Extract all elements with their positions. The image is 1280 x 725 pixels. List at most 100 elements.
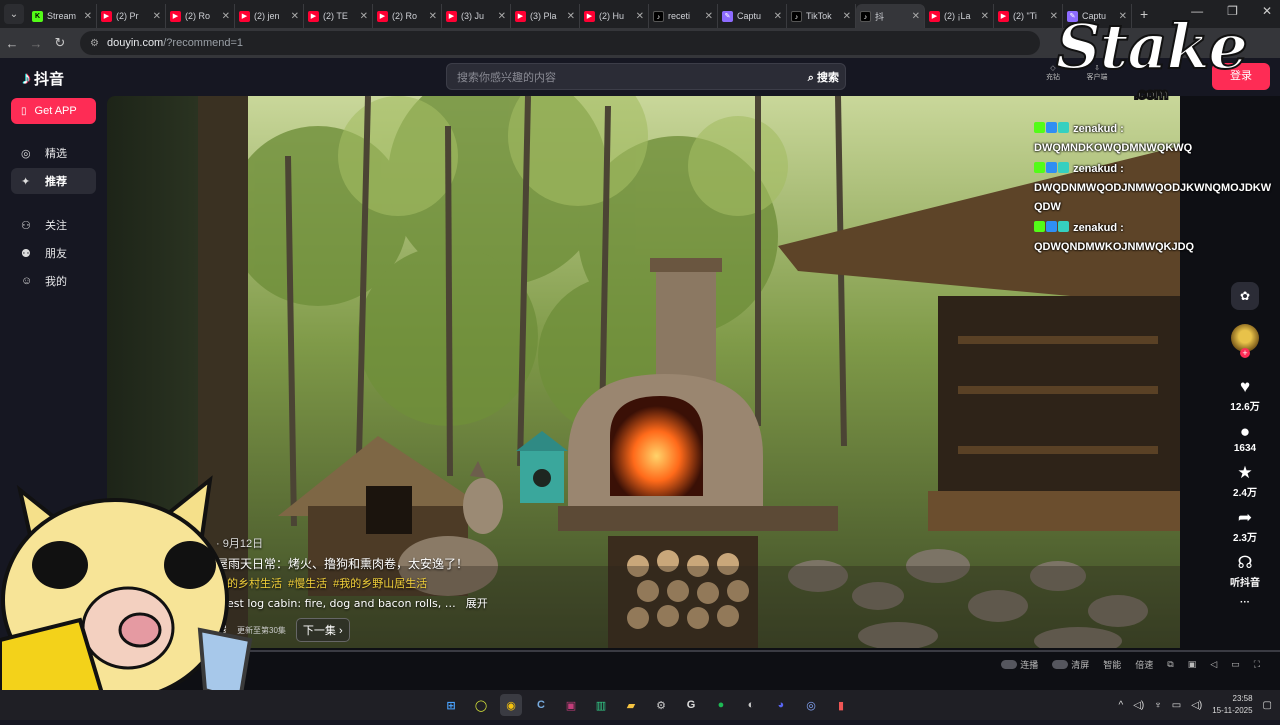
cursor-app-icon[interactable]: C <box>530 694 552 716</box>
comment-button[interactable]: ● 1634 <box>1222 421 1268 454</box>
reload-icon[interactable]: ↻ <box>48 35 72 51</box>
tab-title: (2) ¡La <box>944 11 971 21</box>
obs-app-icon[interactable]: ◯ <box>470 694 492 716</box>
tab-title: TikTok <box>806 11 832 21</box>
browser-tab[interactable]: ▶ (2) jen ✕ <box>235 4 304 28</box>
more-button[interactable]: ··· <box>1222 597 1268 608</box>
browser-tab[interactable]: ♪ 抖 ✕ <box>856 4 925 28</box>
browser-tab[interactable]: ♪ receti ✕ <box>649 4 718 28</box>
youtube-favicon-icon: ▶ <box>308 10 319 22</box>
like-button[interactable]: ♥ 12.6万 <box>1222 376 1268 413</box>
clear-screen-toggle[interactable]: 清屏 <box>1052 658 1089 671</box>
browser-tab[interactable]: ▶ (2) TE ✕ <box>304 4 373 28</box>
smart-quality-button[interactable]: 智能 <box>1103 658 1121 671</box>
speaker-icon[interactable]: ◁) <box>1133 700 1144 711</box>
sidebar-item-me[interactable]: ☺ 我的 <box>11 268 96 294</box>
share-arrow-icon: ➦ <box>1237 508 1253 527</box>
sidebar-item-friends[interactable]: ⚉ 朋友 <box>11 240 96 266</box>
browser-tab[interactable]: ▶ (3) Pla ✕ <box>511 4 580 28</box>
close-tab-icon[interactable]: ✕ <box>981 11 989 22</box>
progress-bar[interactable] <box>107 650 1280 652</box>
network-icon[interactable]: ▭ <box>1172 700 1181 711</box>
browser-tab[interactable]: ▶ (2) Pr ✕ <box>97 4 166 28</box>
tray-expand-icon[interactable]: ^ <box>1119 700 1124 711</box>
get-app-button[interactable]: ▯ Get APP <box>11 98 96 124</box>
volume-icon[interactable]: ◁ <box>1210 659 1217 670</box>
mic-icon[interactable]: ♆ <box>1154 700 1162 711</box>
clock[interactable]: 23:58 15-11-2025 <box>1212 693 1252 717</box>
close-tab-icon[interactable]: ✕ <box>567 11 575 22</box>
browser-tab[interactable]: ▶ (2) Hu ✕ <box>580 4 649 28</box>
tab-search-icon[interactable]: ⌄ <box>4 4 24 24</box>
ai-assistant-icon[interactable]: ✿ <box>1231 282 1259 310</box>
hashtag[interactable]: #慢生活 <box>288 578 327 590</box>
settings-app-icon[interactable]: ⚙ <box>650 694 672 716</box>
browser-tab[interactable]: ✎ Captu ✕ <box>718 4 787 28</box>
browser-tab[interactable]: ▶ (3) Ju ✕ <box>442 4 511 28</box>
close-tab-icon[interactable]: ✕ <box>774 11 782 22</box>
app-icon[interactable]: ▥ <box>590 694 612 716</box>
creator-avatar[interactable]: + <box>1231 324 1259 358</box>
pip-icon[interactable]: ⧉ <box>1167 659 1173 670</box>
autoplay-toggle[interactable]: 连播 <box>1001 658 1038 671</box>
next-episode-button[interactable]: 下一集 › <box>295 618 350 642</box>
close-tab-icon[interactable]: ✕ <box>498 11 506 22</box>
close-tab-icon[interactable]: ✕ <box>222 11 230 22</box>
share-button[interactable]: ➦ 2.3万 <box>1222 507 1268 544</box>
chat-text: DWQMNDKOWQDMNWQKWQ <box>1034 142 1193 154</box>
forward-icon[interactable]: → <box>24 36 48 51</box>
steam-app-icon[interactable]: ◐ <box>740 694 762 716</box>
browser-tab[interactable]: ▶ (2) Ro ✕ <box>166 4 235 28</box>
close-tab-icon[interactable]: ✕ <box>360 11 368 22</box>
discord-app-icon[interactable]: ◕ <box>770 694 792 716</box>
sidebar-item-follow[interactable]: ⚇ 关注 <box>11 212 96 238</box>
github-app-icon[interactable]: G <box>680 694 702 716</box>
hashtag[interactable]: #我的乡野山居生活 <box>333 578 427 590</box>
url-field[interactable]: ⚙ douyin.com/?recommend=1 <box>80 31 1040 55</box>
browser-tab[interactable]: ▶ (2) Ro ✕ <box>373 4 442 28</box>
video-actions: ✿ + ♥ 12.6万 ● 1634 ★ 2.4万 ➦ 2.3万 ☊ 听抖音 ·… <box>1222 282 1268 616</box>
browser-tab[interactable]: ▶ (2) ¡La ✕ <box>925 4 994 28</box>
close-tab-icon[interactable]: ✕ <box>429 11 437 22</box>
browser-tab[interactable]: ▶ (2) "Ti ✕ <box>994 4 1063 28</box>
sidebar-item-recommend[interactable]: ✦ 推荐 <box>11 168 96 194</box>
app-icon[interactable]: ◎ <box>800 694 822 716</box>
expand-button[interactable]: 展开 <box>466 598 488 610</box>
get-app-label: Get APP <box>34 105 77 117</box>
browser-tab[interactable]: ♪ TikTok ✕ <box>787 4 856 28</box>
speed-button[interactable]: 倍速 <box>1135 658 1153 671</box>
search-button[interactable]: ⌕ 搜索 <box>808 69 839 85</box>
webfullscreen-icon[interactable]: ▭ <box>1231 659 1240 670</box>
sparkle-icon: ✦ <box>21 175 31 188</box>
app-icon[interactable]: ▮ <box>830 694 852 716</box>
volume-tray-icon[interactable]: ◁) <box>1191 700 1202 711</box>
spotify-app-icon[interactable]: ● <box>710 694 732 716</box>
sidebar-item-label: 关注 <box>45 220 67 232</box>
close-tab-icon[interactable]: ✕ <box>705 11 713 22</box>
follow-plus-icon[interactable]: + <box>1240 348 1250 358</box>
stake-logo-text: Stake <box>1055 9 1249 84</box>
close-tab-icon[interactable]: ✕ <box>291 11 299 22</box>
player-controls: 连播 清屏 智能 倍速 ⧉ ▣ ◁ ▭ ⛶ <box>107 650 1280 680</box>
kick-badge-icon <box>1034 162 1045 173</box>
fullscreen-icon[interactable]: ⛶ <box>1254 659 1260 670</box>
video-editor-app-icon[interactable]: ▣ <box>560 694 582 716</box>
chrome-app-icon[interactable]: ◉ <box>500 694 522 716</box>
windows-start-icon[interactable]: ⊞ <box>440 694 462 716</box>
mini-player-icon[interactable]: ▣ <box>1188 659 1197 670</box>
search-input[interactable]: 搜索你感兴趣的内容 ⌕ 搜索 <box>446 63 846 90</box>
close-tab-icon[interactable]: ✕ <box>843 11 851 22</box>
listen-button[interactable]: ☊ 听抖音 <box>1222 552 1268 589</box>
douyin-logo[interactable]: ♪ 抖音 <box>22 68 64 89</box>
folder-app-icon[interactable]: ▰ <box>620 694 642 716</box>
close-tab-icon[interactable]: ✕ <box>912 11 920 22</box>
browser-tab[interactable]: K Stream ✕ <box>28 4 97 28</box>
close-tab-icon[interactable]: ✕ <box>153 11 161 22</box>
close-tab-icon[interactable]: ✕ <box>84 11 92 22</box>
notification-icon[interactable]: ▢ <box>1263 700 1272 711</box>
site-info-icon[interactable]: ⚙ <box>90 38 99 49</box>
close-tab-icon[interactable]: ✕ <box>636 11 644 22</box>
back-icon[interactable]: ← <box>0 36 24 51</box>
sidebar-item-featured[interactable]: ◎ 精选 <box>11 140 96 166</box>
favorite-button[interactable]: ★ 2.4万 <box>1222 462 1268 499</box>
